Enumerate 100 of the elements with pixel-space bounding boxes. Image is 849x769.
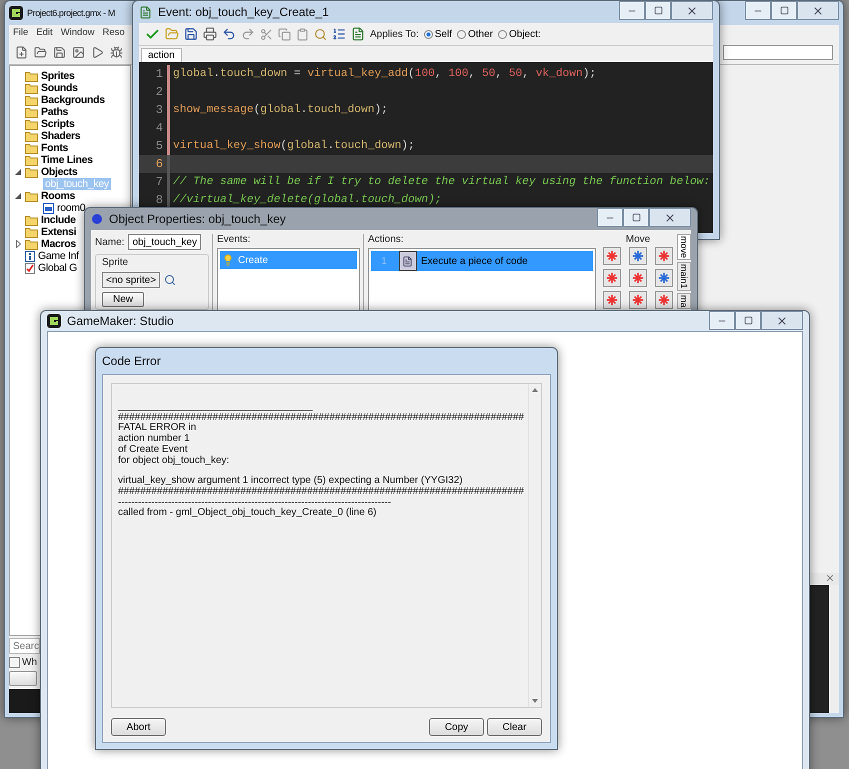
maximize-button[interactable] [771,1,797,20]
tree-item[interactable]: Backgrounds [41,94,105,106]
dialog-button[interactable]: Copy [429,718,484,736]
document-icon [398,251,417,271]
scrollbar[interactable] [528,384,541,707]
scroll-down-icon[interactable] [532,699,538,703]
search-icon[interactable] [314,28,327,40]
events-label: Events: [217,234,252,245]
line-number: 2 [154,85,164,99]
dialog-title: Code Error [102,354,161,368]
document-icon[interactable] [351,27,365,41]
tree-item[interactable]: Global G [38,262,78,274]
action-tile[interactable] [629,247,647,265]
folder-icon[interactable] [34,46,47,58]
bug-icon[interactable] [110,46,123,58]
line-number: 5 [154,139,164,153]
tree-item[interactable]: Shaders [41,130,80,142]
maximize-button[interactable] [735,311,761,330]
line-number: 4 [154,121,164,135]
tree-item[interactable]: room0 [57,202,86,214]
folder-icon [25,142,38,154]
redo-icon[interactable] [241,27,255,41]
folder-icon [25,190,38,202]
action-tile[interactable] [603,269,621,287]
tree-item[interactable]: Extensi [41,226,76,238]
close-icon [776,314,788,326]
tree-item[interactable]: Scripts [41,118,74,130]
search-field[interactable]: Searc [9,638,40,654]
sprite-label: Sprite [102,257,130,268]
menu-item[interactable]: Window [60,27,94,38]
folder-icon [25,70,38,82]
applies-to-label: Applies To: [370,28,419,40]
play-icon[interactable] [91,46,104,58]
close-icon [664,212,676,224]
dialog-button[interactable]: Abort [111,718,166,736]
window-title: Project6.project.gmx - M [27,8,115,18]
tree-item[interactable]: Objects [41,166,78,178]
menu-item[interactable]: Reso [102,27,125,38]
folder-icon [25,106,38,118]
radio-option[interactable]: Self [424,28,452,40]
tree-item[interactable]: Time Lines [41,154,93,166]
save-icon[interactable] [53,46,66,58]
collapse-arrow-icon[interactable] [15,193,21,199]
checkbox[interactable] [9,657,20,668]
search-field[interactable] [723,44,833,60]
new-button[interactable]: New [102,292,144,307]
list-icon[interactable] [332,27,346,41]
cut-icon[interactable] [260,28,273,40]
error-line: for object obj_touch_key: [118,456,230,466]
dialog-button[interactable]: Clear [487,718,542,736]
action-item[interactable]: 1 Execute a piece of code [370,251,593,271]
line-number: 7 [154,175,164,189]
tab[interactable]: action [141,48,182,62]
name-field[interactable]: obj_touch_key [128,234,201,250]
palette-tab[interactable]: move [677,234,691,260]
action-tile[interactable] [629,291,647,309]
tree-item[interactable]: Sprites [41,70,74,82]
printer-icon[interactable] [203,27,217,41]
tree-item[interactable]: Macros [41,238,76,250]
folder-icon[interactable] [165,27,179,41]
close-button[interactable] [761,311,803,330]
tree-item[interactable]: Game Inf [38,250,79,262]
collapse-arrow-icon[interactable] [15,169,21,175]
scroll-up-icon[interactable] [532,388,538,392]
action-tile[interactable] [603,247,621,265]
error-line: ---------------------------------------------------------------------------------- [118,498,392,508]
radio-option[interactable]: Other [456,28,493,40]
close-button[interactable] [797,1,839,20]
action-tile[interactable] [655,269,673,287]
sprite-field[interactable]: <no sprite> [102,272,160,288]
action-tile[interactable] [629,269,647,287]
tree-item[interactable]: Fonts [41,142,68,154]
asterisk-icon [606,250,618,262]
room-icon [43,202,54,214]
action-tile[interactable] [655,291,673,309]
scrollbar[interactable] [829,585,839,713]
radio-option[interactable]: Object: [498,28,541,40]
tree-item[interactable]: Paths [41,106,68,118]
tree-item[interactable]: Sounds [41,82,78,94]
save-icon[interactable] [184,27,198,41]
close-button[interactable] [649,208,691,227]
palette-tab[interactable]: main1 [677,262,691,291]
maximize-button[interactable] [645,1,671,20]
menu-item[interactable]: Edit [36,27,53,38]
copy-icon[interactable] [278,28,291,40]
expand-arrow-icon[interactable] [16,240,20,248]
file-icon[interactable] [15,46,28,58]
close-button[interactable] [671,1,713,20]
window-title: Event: obj_touch_key_Create_1 [158,5,329,19]
undo-icon[interactable] [222,27,236,41]
paste-icon[interactable] [296,28,309,40]
plain-button[interactable] [9,671,37,686]
image-icon[interactable] [72,46,85,58]
palette-tab[interactable]: ma [677,292,691,310]
menu-item[interactable]: File [13,27,28,38]
maximize-button[interactable] [623,208,649,227]
action-tile[interactable] [655,247,673,265]
action-tile[interactable] [603,291,621,309]
tree-item[interactable]: Include [41,214,76,226]
tree-item[interactable]: Rooms [41,190,76,202]
